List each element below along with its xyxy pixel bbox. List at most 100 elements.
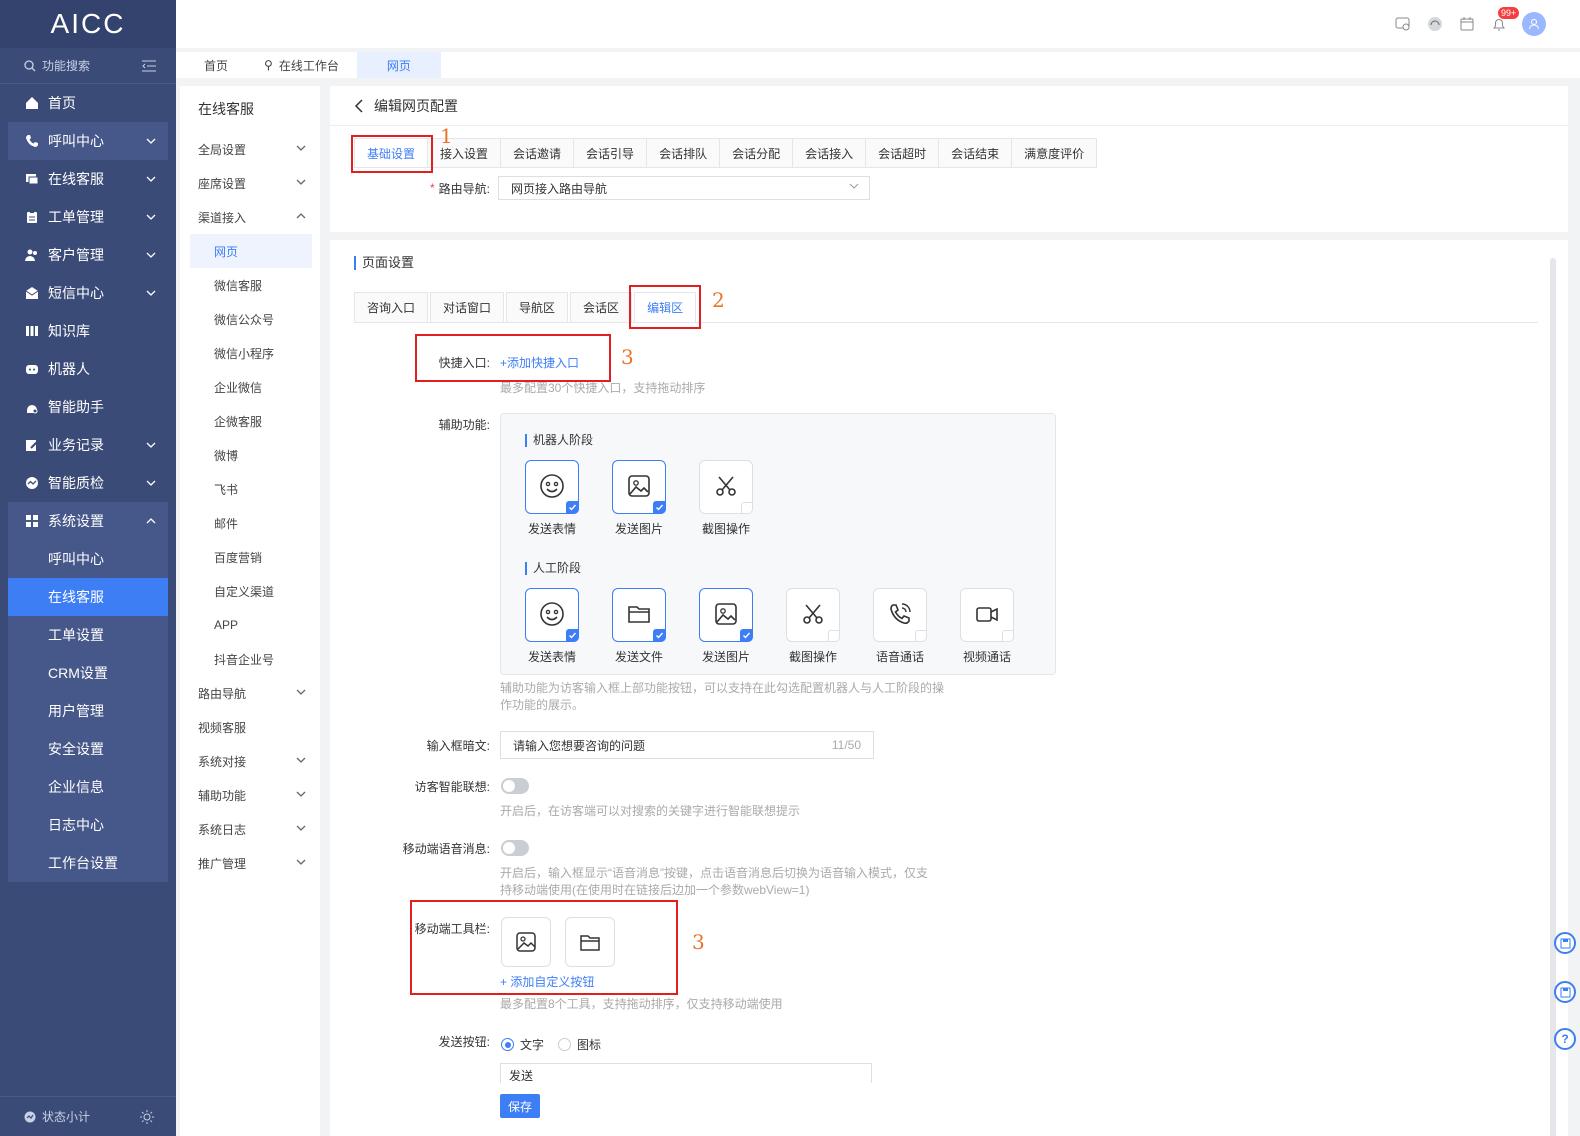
subnav-channel-5[interactable]: 企微客服: [180, 404, 320, 438]
config-tab-6[interactable]: 会话接入: [792, 138, 866, 168]
emoji-tool-box[interactable]: [525, 460, 579, 514]
sidebar-subitem-7[interactable]: 日志中心: [8, 806, 168, 844]
subnav-channel-11[interactable]: APP: [180, 608, 320, 642]
config-tab-0[interactable]: 基础设置: [354, 138, 428, 168]
config-tab-5[interactable]: 会话分配: [719, 138, 793, 168]
aux-tool-human_tools-5[interactable]: 视频通话: [960, 588, 1014, 665]
subnav-item-2[interactable]: 渠道接入: [180, 200, 320, 234]
scrollbar[interactable]: [1550, 258, 1556, 1136]
subnav-channel-7[interactable]: 飞书: [180, 472, 320, 506]
config-tab-2[interactable]: 会话邀请: [500, 138, 574, 168]
config-tab-7[interactable]: 会话超时: [865, 138, 939, 168]
float-save-button[interactable]: [1554, 932, 1576, 954]
function-search[interactable]: 功能搜索: [0, 48, 176, 84]
aux-tool-human_tools-1[interactable]: 发送文件: [612, 588, 666, 665]
sidebar-subitem-3[interactable]: CRM设置: [8, 654, 168, 692]
sidebar-item-2[interactable]: 在线客服: [0, 160, 176, 198]
sidebar-item-5[interactable]: 短信中心: [0, 274, 176, 312]
subnav-item-b0[interactable]: 路由导航: [180, 676, 320, 710]
input-placeholder-field[interactable]: 请输入您想要咨询的问题 11/50: [500, 731, 874, 759]
page-setting-tab-0[interactable]: 咨询入口: [354, 292, 429, 322]
aux-tool-robot_tools-2[interactable]: 截图操作: [699, 460, 753, 537]
subnav-channel-9[interactable]: 百度营销: [180, 540, 320, 574]
sidebar-subitem-4[interactable]: 用户管理: [8, 692, 168, 730]
phone-call-tool-box[interactable]: [873, 588, 927, 642]
sidebar-subitem-2[interactable]: 工单设置: [8, 616, 168, 654]
sidebar-item-8[interactable]: 智能助手: [0, 388, 176, 426]
smart-association-switch[interactable]: [501, 778, 529, 794]
float-draft-button[interactable]: [1554, 981, 1576, 1003]
image-tool-box[interactable]: [699, 588, 753, 642]
sidebar-item-11[interactable]: 系统设置: [8, 502, 168, 540]
float-help-button[interactable]: ?: [1554, 1028, 1576, 1050]
aux-tool-human_tools-0[interactable]: 发送表情: [525, 588, 579, 665]
video-tool-box[interactable]: [960, 588, 1014, 642]
collapse-menu-icon[interactable]: [142, 60, 156, 72]
route-nav-select[interactable]: 网页接入路由导航: [498, 176, 871, 200]
subnav-item-b1[interactable]: 视频客服: [180, 710, 320, 744]
aux-tool-human_tools-3[interactable]: 截图操作: [786, 588, 840, 665]
calendar-icon[interactable]: [1458, 15, 1476, 33]
subnav-item-b2[interactable]: 系统对接: [180, 744, 320, 778]
scissors-tool-box[interactable]: [786, 588, 840, 642]
bell-icon[interactable]: 99+: [1490, 7, 1520, 33]
sidebar-subitem-1[interactable]: 在线客服: [8, 578, 168, 616]
status-summary-label[interactable]: 状态小计: [42, 1108, 140, 1125]
message-icon[interactable]: [1394, 15, 1412, 33]
headset-icon[interactable]: [1426, 15, 1444, 33]
aux-tool-human_tools-4[interactable]: 语音通话: [873, 588, 927, 665]
add-custom-button-link[interactable]: + 添加自定义按钮: [500, 973, 594, 990]
page-setting-tab-2[interactable]: 导航区: [506, 292, 569, 322]
sidebar-item-7[interactable]: 机器人: [0, 350, 176, 388]
aux-tool-human_tools-2[interactable]: 发送图片: [699, 588, 753, 665]
aux-tool-robot_tools-1[interactable]: 发送图片: [612, 460, 666, 537]
subnav-item-b5[interactable]: 推广管理: [180, 846, 320, 880]
sidebar-item-1[interactable]: 呼叫中心: [8, 122, 168, 160]
back-arrow-icon[interactable]: [354, 98, 364, 113]
page-setting-tab-3[interactable]: 会话区: [570, 292, 633, 322]
sidebar-subitem-5[interactable]: 安全设置: [8, 730, 168, 768]
subnav-channel-1[interactable]: 微信客服: [180, 268, 320, 302]
aux-tool-robot_tools-0[interactable]: 发送表情: [525, 460, 579, 537]
config-tab-3[interactable]: 会话引导: [573, 138, 647, 168]
subnav-item-b4[interactable]: 系统日志: [180, 812, 320, 846]
subnav-channel-3[interactable]: 微信小程序: [180, 336, 320, 370]
voice-message-switch[interactable]: [501, 840, 529, 856]
scissors-tool-box[interactable]: [699, 460, 753, 514]
mobile-tool-image[interactable]: [501, 917, 551, 967]
sidebar-item-3[interactable]: 工单管理: [0, 198, 176, 236]
subnav-channel-12[interactable]: 抖音企业号: [180, 642, 320, 676]
tab-home[interactable]: 首页: [186, 52, 246, 78]
subnav-channel-6[interactable]: 微博: [180, 438, 320, 472]
folder-tool-box[interactable]: [612, 588, 666, 642]
subnav-channel-10[interactable]: 自定义渠道: [180, 574, 320, 608]
image-tool-box[interactable]: [612, 460, 666, 514]
config-tab-8[interactable]: 会话结束: [938, 138, 1012, 168]
avatar[interactable]: [1522, 12, 1546, 36]
sidebar-item-9[interactable]: 业务记录: [0, 426, 176, 464]
subnav-item-0[interactable]: 全局设置: [180, 132, 320, 166]
mobile-tool-folder[interactable]: [565, 917, 615, 967]
subnav-channel-2[interactable]: 微信公众号: [180, 302, 320, 336]
tab-webpage[interactable]: 网页: [356, 52, 441, 78]
sidebar-subitem-0[interactable]: 呼叫中心: [8, 540, 168, 578]
sidebar-item-4[interactable]: 客户管理: [0, 236, 176, 274]
config-tab-1[interactable]: 接入设置: [427, 138, 501, 168]
sidebar-item-10[interactable]: 智能质检: [0, 464, 176, 502]
subnav-item-1[interactable]: 座席设置: [180, 166, 320, 200]
send-option-icon[interactable]: 图标: [558, 1036, 601, 1053]
tab-online-workbench[interactable]: ⚲ 在线工作台: [246, 52, 357, 78]
add-quick-entry-link[interactable]: +添加快捷入口: [500, 354, 579, 371]
sun-icon[interactable]: [140, 1109, 154, 1124]
subnav-channel-8[interactable]: 邮件: [180, 506, 320, 540]
subnav-channel-4[interactable]: 企业微信: [180, 370, 320, 404]
page-setting-tab-4[interactable]: 编辑区: [634, 292, 697, 322]
sidebar-subitem-8[interactable]: 工作台设置: [8, 844, 168, 882]
page-setting-tab-1[interactable]: 对话窗口: [430, 292, 505, 322]
send-option-text[interactable]: 文字: [501, 1036, 544, 1053]
subnav-item-b3[interactable]: 辅助功能: [180, 778, 320, 812]
save-button[interactable]: 保存: [500, 1094, 540, 1118]
send-text-input[interactable]: 发送: [500, 1063, 872, 1083]
sidebar-item-0[interactable]: 首页: [0, 84, 176, 122]
config-tab-4[interactable]: 会话排队: [646, 138, 720, 168]
